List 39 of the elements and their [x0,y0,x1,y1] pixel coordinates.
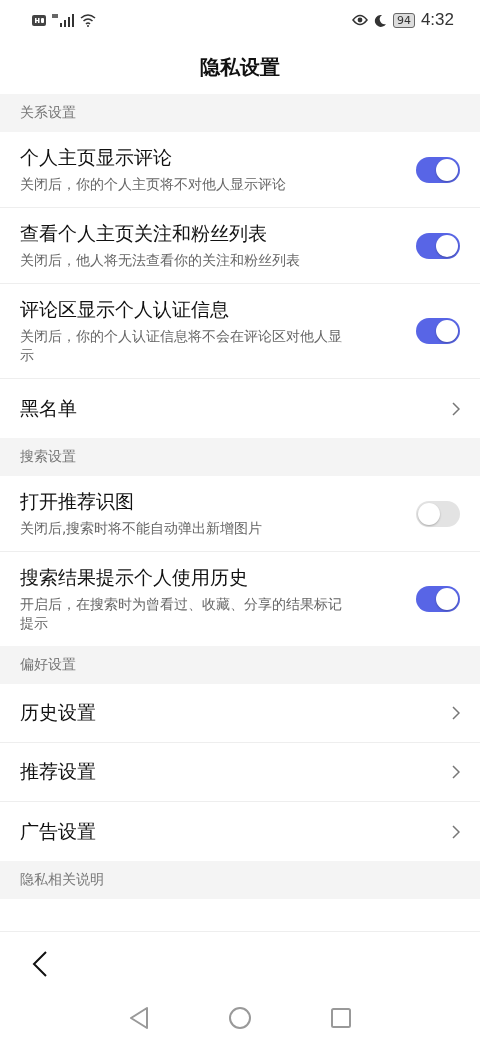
hd-icon [32,14,46,26]
toggle-switch[interactable] [416,156,460,183]
chevron-right-icon [452,824,460,839]
setting-label: 评论区显示个人认证信息 [20,297,230,322]
section-header: 偏好设置 [0,646,480,684]
recents-nav-icon[interactable] [331,1008,351,1028]
chevron-right-icon [452,765,460,779]
setting-label: 个人主页显示评论 [20,145,173,170]
setting-description: 开启后，在搜索时为曾看过、收藏、分享的结果标记提示 [20,595,343,633]
wifi-icon [80,13,96,27]
setting-label: 打开推荐识图 [20,489,135,514]
status-time: 4:32 [420,10,454,30]
toggle-switch[interactable] [416,232,460,259]
signal-icon [52,13,74,27]
chevron-right-icon [452,706,460,720]
section-header: 隐私相关说明 [0,861,480,899]
setting-label[interactable]: 推荐设置 [20,759,96,785]
toggle-switch[interactable] [416,318,460,344]
chevron-right-icon [452,401,460,416]
moon-icon [373,13,387,27]
setting-label[interactable]: 历史设置 [20,700,96,726]
setting-description: 关闭后,搜索时将不能自动弹出新增图片 [20,519,263,538]
setting-label[interactable]: 广告设置 [20,818,96,845]
back-button[interactable] [32,951,48,977]
eye-icon [351,14,368,26]
setting-label: 搜索结果提示个人使用历史 [20,565,249,590]
setting-description: 关闭后，你的个人认证信息将不会在评论区对他人显示 [20,327,343,365]
toggle-switch[interactable] [416,500,460,527]
battery-level: 94 [392,12,415,28]
setting-label: 查看个人主页关注和粉丝列表 [20,221,268,246]
back-nav-icon[interactable] [129,1007,149,1029]
setting-description: 关闭后，你的个人主页将不对他人显示评论 [20,175,286,194]
setting-description: 关闭后，他人将无法查看你的关注和粉丝列表 [20,251,300,270]
section-header: 关系设置 [0,94,480,132]
toggle-switch[interactable] [416,586,460,612]
section-header: 搜索设置 [0,438,480,476]
home-nav-icon[interactable] [229,1007,251,1029]
page-title: 隐私设置 [200,53,280,81]
setting-label[interactable]: 黑名单 [20,395,77,422]
